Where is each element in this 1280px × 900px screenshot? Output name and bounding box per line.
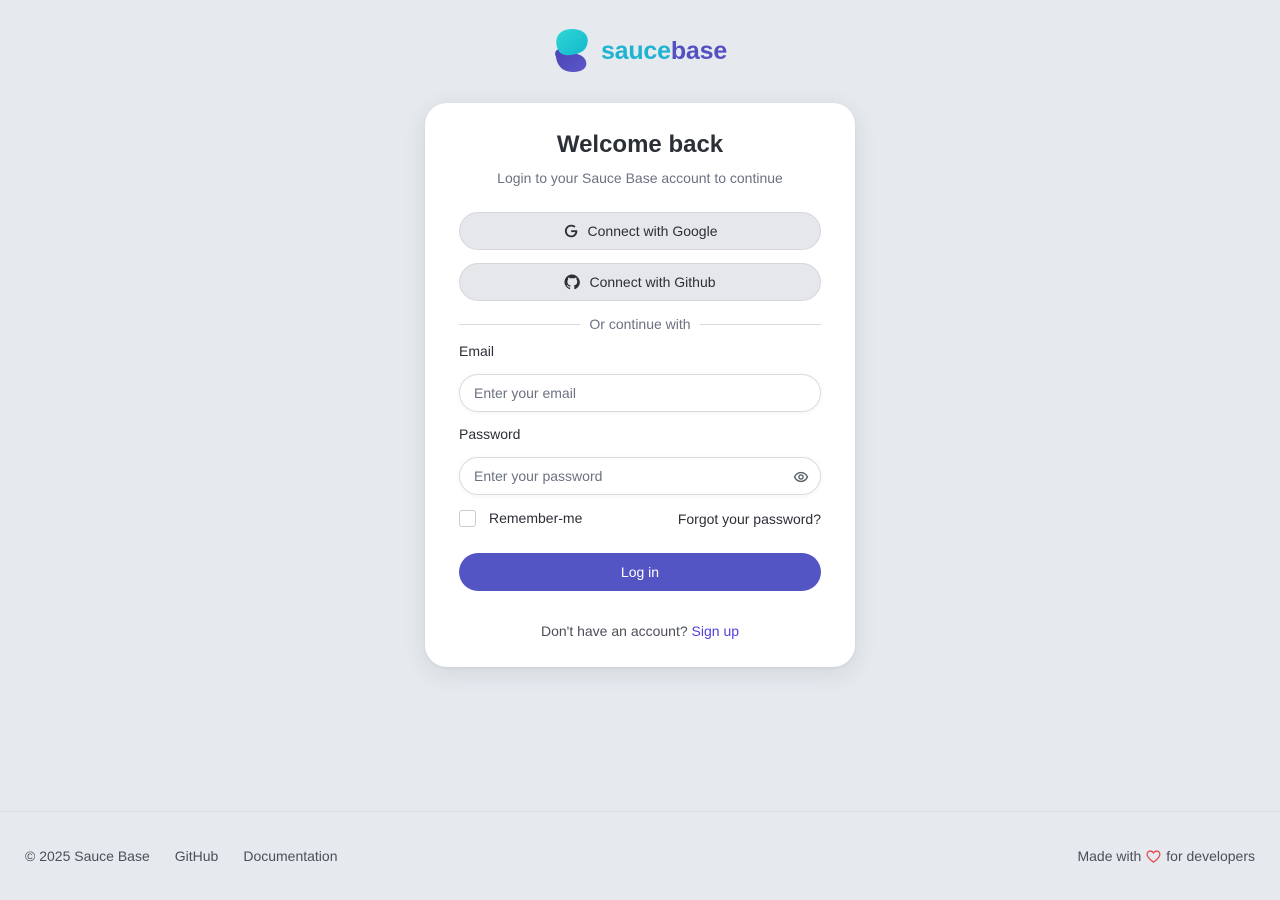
divider-line-left [459, 323, 581, 325]
or-divider: Or continue with [459, 316, 822, 332]
email-field-wrapper [459, 374, 821, 412]
password-field-wrapper [459, 457, 821, 495]
google-icon [563, 223, 579, 239]
remember-me-label: Remember-me [489, 510, 583, 526]
remember-me-checkbox[interactable] [459, 509, 476, 527]
login-card: Welcome back Login to your Sauce Base ac… [425, 103, 855, 667]
footer-left: © 2025 Sauce Base GitHub Documentation [25, 848, 338, 864]
connect-github-button[interactable]: Connect with Github [459, 263, 821, 301]
page-subtitle: Login to your Sauce Base account to cont… [497, 170, 783, 186]
github-icon [564, 274, 581, 290]
signup-prompt: Don't have an account? Sign up [425, 623, 855, 639]
email-label: Email [459, 343, 495, 359]
forgot-password-link[interactable]: Forgot your password? [678, 511, 821, 527]
brand-name-part2: base [670, 36, 728, 65]
remember-row: Remember-me Forgot your password? [459, 508, 821, 528]
connect-google-button[interactable]: Connect with Google [459, 212, 821, 250]
divider-line-right [699, 323, 822, 325]
footer-copyright: © 2025 Sauce Base [25, 848, 150, 864]
brand-name-part1: sauce [600, 36, 671, 65]
heart-icon [1146, 849, 1161, 864]
page-title: Welcome back [556, 131, 724, 158]
footer-for-developers: for developers [1166, 848, 1255, 864]
remember-me: Remember-me [459, 509, 583, 527]
footer: © 2025 Sauce Base GitHub Documentation M… [0, 811, 1280, 900]
login-button[interactable]: Log in [459, 553, 821, 591]
footer-github-link[interactable]: GitHub [175, 848, 219, 864]
password-label: Password [459, 426, 521, 442]
divider-text: Or continue with [589, 316, 691, 332]
signup-prompt-text: Don't have an account? [540, 623, 688, 639]
eye-icon[interactable] [793, 469, 809, 485]
footer-right: Made with for developers [1077, 848, 1255, 864]
connect-google-label: Connect with Google [587, 223, 718, 239]
brand-name: saucebase [600, 36, 728, 65]
email-field[interactable] [460, 375, 820, 411]
brand-logo: saucebase [0, 28, 1280, 74]
connect-github-label: Connect with Github [589, 274, 716, 290]
signup-link[interactable]: Sign up [692, 623, 739, 639]
footer-docs-link[interactable]: Documentation [243, 848, 337, 864]
password-field[interactable] [460, 458, 820, 494]
saucebase-logo-icon [555, 29, 588, 72]
footer-made-with: Made with [1077, 848, 1142, 864]
